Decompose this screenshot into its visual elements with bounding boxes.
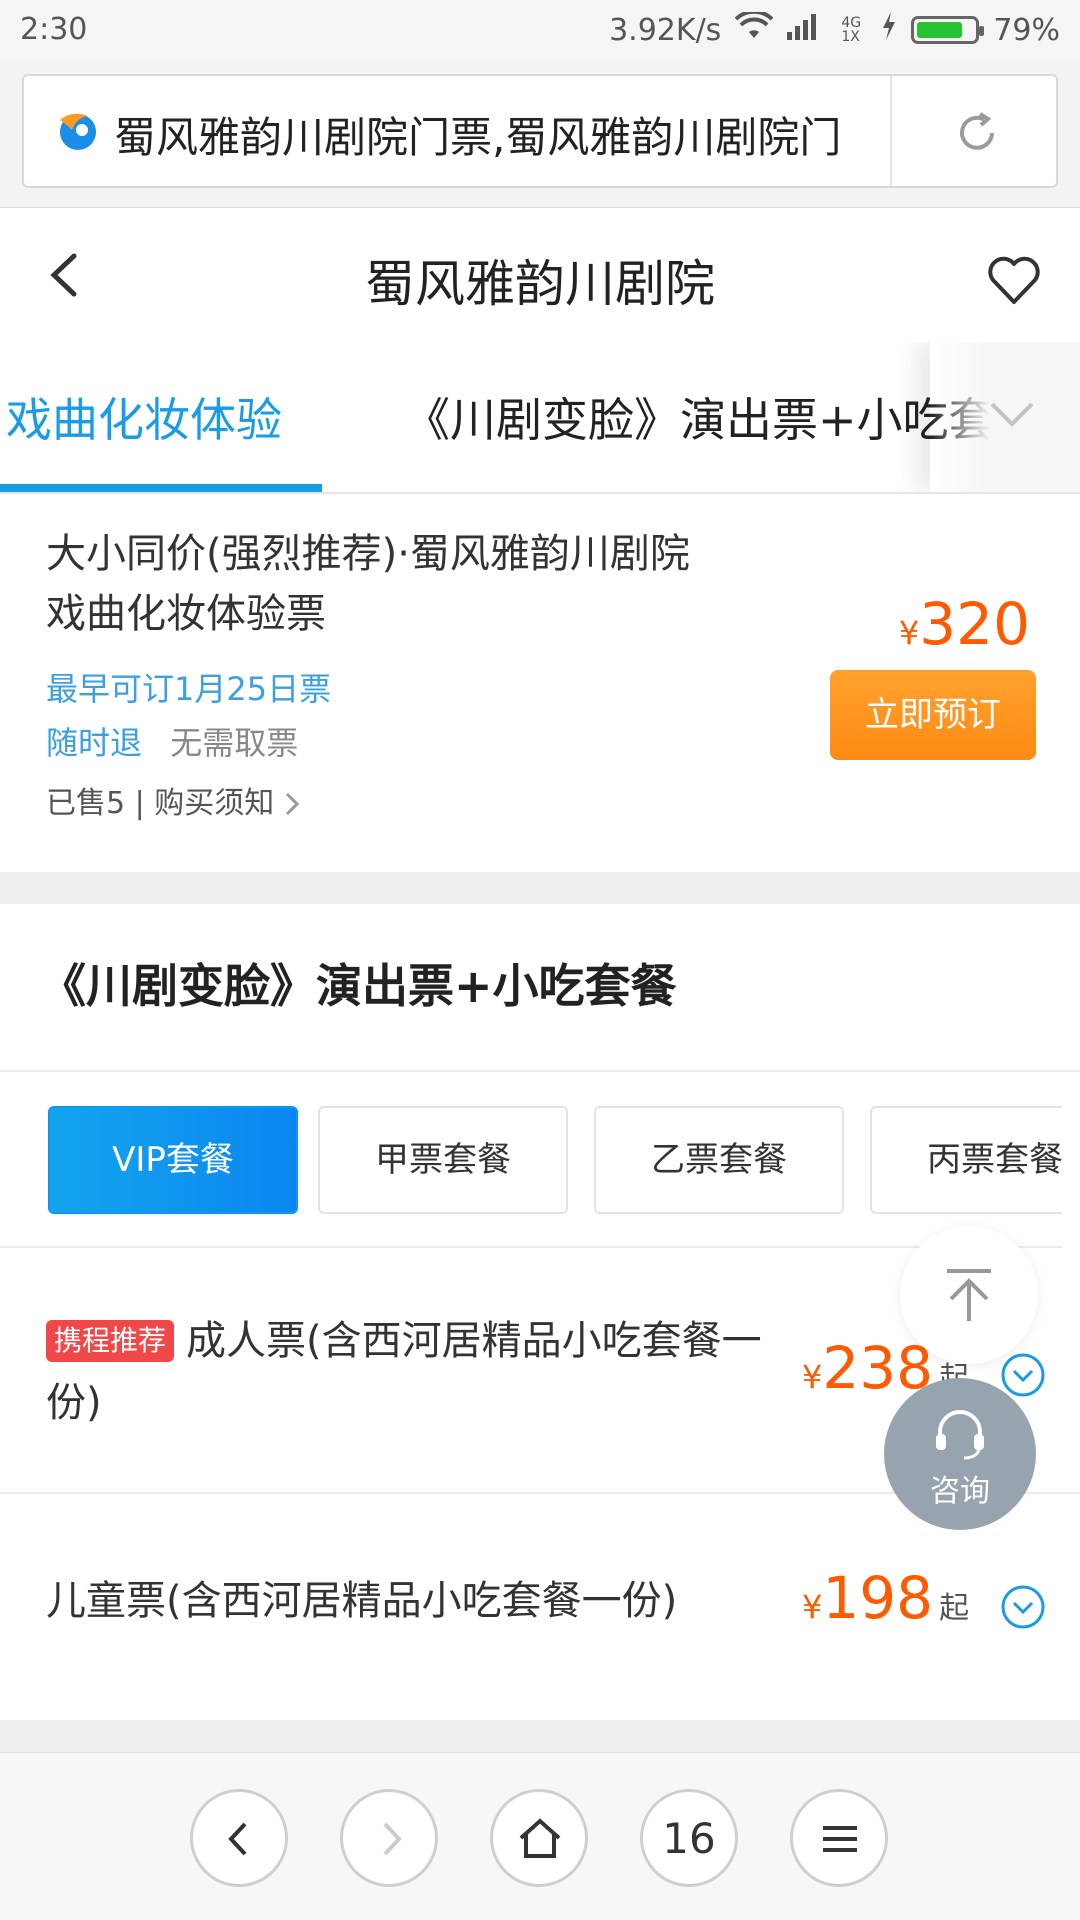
package-jia[interactable]: 甲票套餐 [318, 1106, 568, 1214]
package-row-edge [1062, 1072, 1080, 1248]
price-suffix: 起 [939, 1591, 970, 1626]
browser-back-button[interactable] [190, 1789, 288, 1887]
earliest-date: 最早可订1月25日票 [46, 670, 332, 708]
package-yi[interactable]: 乙票套餐 [594, 1106, 844, 1214]
chevron-right-icon [285, 792, 299, 816]
arrow-up-icon [947, 1269, 991, 1321]
price-value: 198 [822, 1564, 934, 1632]
expand-circle-icon[interactable] [1000, 1352, 1046, 1398]
refresh-icon[interactable] [954, 110, 1000, 156]
headset-icon [936, 1410, 984, 1460]
wifi-icon [734, 9, 774, 48]
ticket-title-line2: 戏曲化妆体验票 [46, 591, 326, 637]
page: 2:30 3.92K/s 4G 1X 79% 蜀风雅韵川剧院门票,蜀风雅韵川剧院… [0, 0, 1080, 1920]
favorite-heart-icon[interactable] [986, 252, 1042, 308]
ctrip-logo-icon [60, 113, 96, 150]
address-bar[interactable]: 蜀风雅韵川剧院门票,蜀风雅韵川剧院门 [22, 74, 1058, 188]
menu-icon [823, 1826, 857, 1852]
ticket-child-price: ¥198 起 [802, 1564, 969, 1632]
section-title: 《川剧变脸》演出票+小吃套餐 [40, 959, 677, 1013]
ticket-tags: 随时退 无需取票 [46, 718, 298, 764]
ticket-child-title: 儿童票(含西河居精品小吃套餐一份) [46, 1578, 678, 1624]
tab-face-changing-show[interactable]: 《川剧变脸》演出票+小吃套 [404, 384, 995, 450]
scroll-to-top-button[interactable] [900, 1226, 1038, 1364]
recommend-badge: 携程推荐 [46, 1320, 175, 1362]
network-speed: 3.92K/s [609, 12, 722, 48]
currency-symbol: ¥ [898, 614, 920, 652]
ticket-price: ¥320 [899, 590, 1030, 658]
status-time: 2:30 [20, 12, 88, 47]
page-header: 蜀风雅韵川剧院 [0, 208, 1080, 342]
signal-icon [787, 12, 827, 48]
ticket-title-line1: 大小同价(强烈推荐)·蜀风雅韵川剧院 [46, 531, 690, 577]
currency-symbol: ¥ [802, 1358, 823, 1396]
sold-info: 已售5 | 购买须知 [46, 786, 284, 821]
tab-makeup-experience[interactable]: 戏曲化妆体验 [6, 384, 282, 450]
sold-and-notice-link[interactable]: 已售5 | 购买须知 [46, 778, 300, 822]
ticket-adult-title: 携程推荐 成人票(含西河居精品小吃套餐一份) [46, 1310, 766, 1434]
chevron-down-icon[interactable] [986, 388, 1038, 440]
browser-bottom-toolbar: 16 [0, 1752, 1080, 1920]
status-right: 3.92K/s 4G 1X 79% [609, 9, 1060, 48]
ticket-makeup-experience[interactable]: 大小同价(强烈推荐)·蜀风雅韵川剧院 戏曲化妆体验票 最早可订1月25日票 随时… [0, 494, 1080, 872]
browser-tabs-button[interactable]: 16 [640, 1789, 738, 1887]
book-now-button[interactable]: 立即预订 [830, 670, 1036, 760]
browser-home-button[interactable] [490, 1789, 588, 1887]
home-icon [519, 1818, 561, 1858]
url-text[interactable]: 蜀风雅韵川剧院门票,蜀风雅韵川剧院门 [114, 104, 886, 160]
ticket-child[interactable]: 儿童票(含西河居精品小吃套餐一份) ¥198 起 [0, 1494, 1080, 1720]
battery-percent: 79% [993, 12, 1060, 48]
battery-icon [911, 16, 985, 44]
browser-bar: 蜀风雅韵川剧院门票,蜀风雅韵川剧院门 [0, 60, 1080, 208]
consult-button[interactable]: 咨询 [884, 1378, 1036, 1530]
ticket-title: 大小同价(强烈推荐)·蜀风雅韵川剧院 戏曲化妆体验票 [46, 524, 766, 644]
currency-symbol: ¥ [802, 1588, 823, 1626]
section-divider [0, 872, 1080, 904]
charging-icon [881, 12, 897, 48]
tag-no-pickup: 无需取票 [170, 724, 299, 762]
price-value: 320 [919, 590, 1030, 658]
package-vip[interactable]: VIP套餐 [48, 1106, 298, 1214]
page-title: 蜀风雅韵川剧院 [365, 255, 715, 313]
url-divider [890, 76, 892, 186]
chevron-left-icon [228, 1822, 247, 1856]
package-selector: VIP套餐 甲票套餐 乙票套餐 丙票套餐 [0, 1072, 1080, 1248]
consult-label: 咨询 [930, 1474, 990, 1509]
section-divider [0, 1720, 1080, 1752]
status-bar: 2:30 3.92K/s 4G 1X 79% [0, 0, 1080, 60]
expand-circle-icon[interactable] [1000, 1584, 1046, 1630]
browser-forward-button[interactable] [340, 1789, 438, 1887]
active-tab-indicator [0, 484, 322, 492]
battery-level [917, 22, 962, 38]
network-type: 4G 1X [841, 15, 862, 45]
chevron-right-icon [383, 1822, 402, 1856]
tag-refund-anytime: 随时退 [46, 724, 143, 762]
browser-menu-button[interactable] [790, 1789, 888, 1887]
ticket-type-tabs: 戏曲化妆体验 《川剧变脸》演出票+小吃套 [0, 342, 1080, 494]
tab-count: 16 [662, 1814, 716, 1863]
package-bing[interactable]: 丙票套餐 [870, 1106, 1080, 1214]
